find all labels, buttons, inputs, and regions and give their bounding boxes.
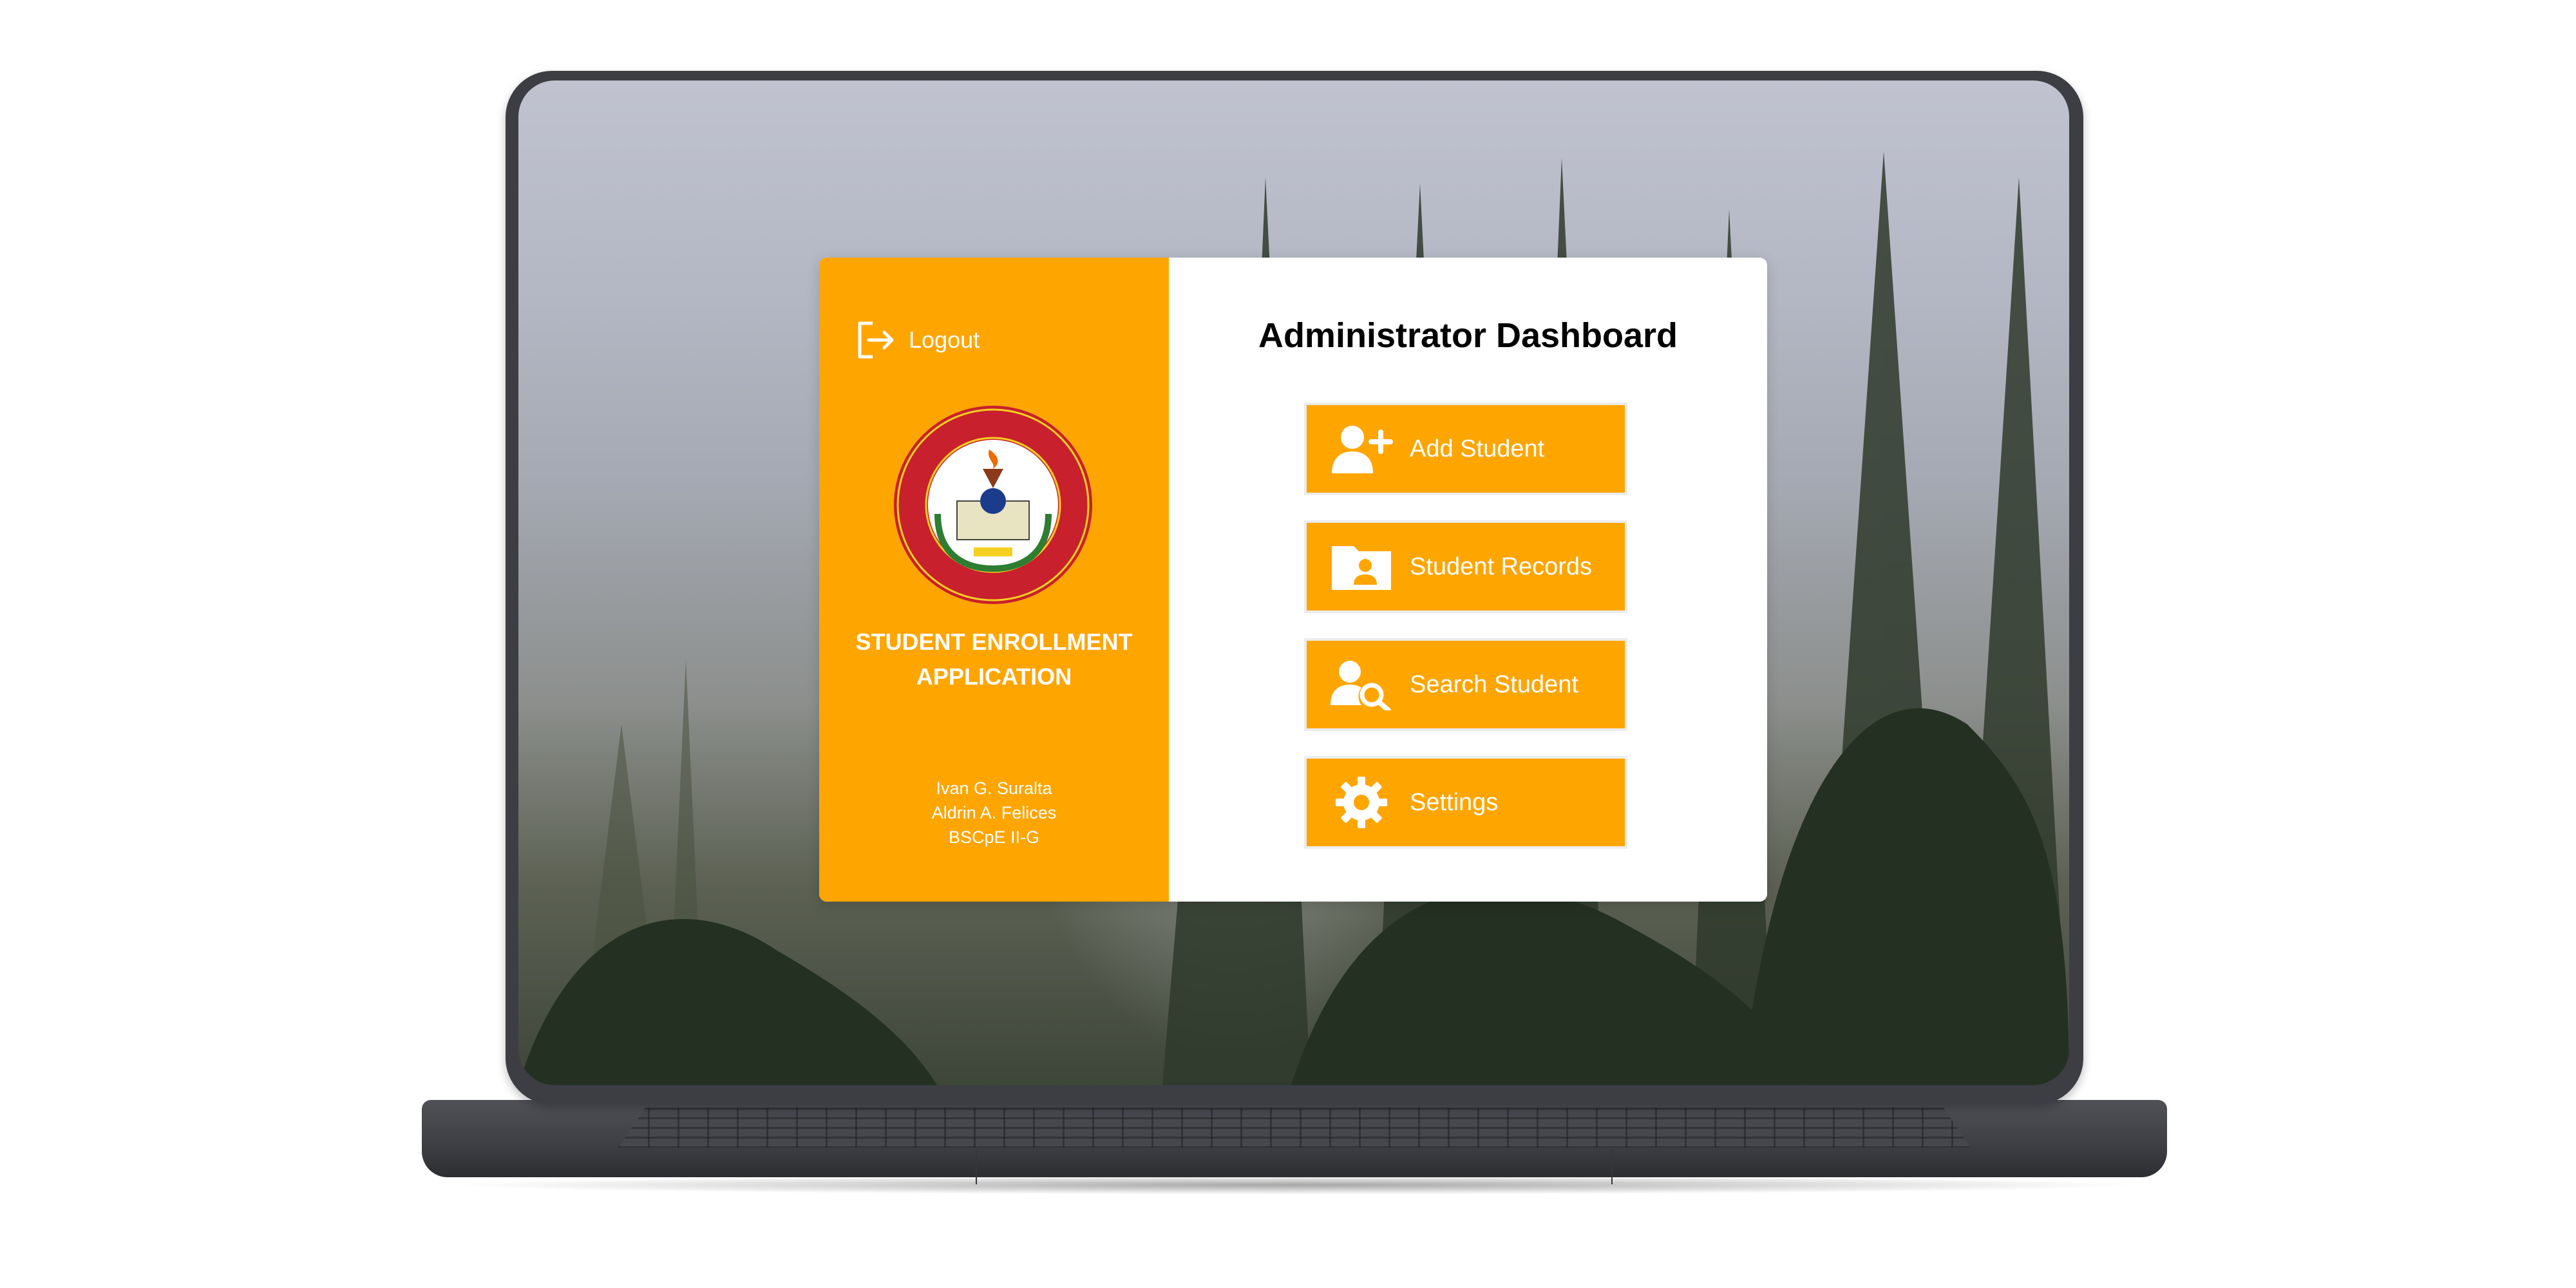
app-title: STUDENT ENROLLMENT APPLICATION	[819, 625, 1169, 694]
laptop-keyboard	[618, 1108, 1971, 1148]
credit-name-1: Ivan G. Suralta	[936, 779, 1052, 798]
laptop-trackpad	[976, 1150, 1613, 1184]
university-seal-logo	[894, 406, 1092, 604]
sidebar: Logout STUDENT ENROLLMENT APPLICATION Iv…	[819, 258, 1169, 902]
settings-button[interactable]: Settings	[1304, 756, 1627, 849]
logout-icon	[858, 321, 894, 359]
add-student-label: Add Student	[1410, 435, 1545, 462]
app-window: Logout STUDENT ENROLLMENT APPLICATION Iv…	[819, 258, 1767, 902]
credits: Ivan G. Suralta Aldrin A. Felices BSCpE …	[819, 776, 1169, 849]
search-student-button[interactable]: Search Student	[1304, 638, 1627, 731]
gear-icon	[1326, 759, 1397, 846]
credit-section: BSCpE II-G	[948, 828, 1040, 847]
add-student-button[interactable]: Add Student	[1304, 402, 1627, 495]
app-title-line1: STUDENT ENROLLMENT	[855, 629, 1133, 655]
main-panel: Administrator Dashboard Add Student Stud…	[1169, 258, 1767, 902]
logout-label: Logout	[909, 327, 980, 353]
student-records-button[interactable]: Student Records	[1304, 520, 1627, 613]
add-user-icon	[1326, 405, 1397, 493]
search-user-icon	[1326, 641, 1397, 728]
search-student-label: Search Student	[1410, 670, 1578, 698]
folder-user-icon	[1326, 523, 1397, 611]
page-title: Administrator Dashboard	[1258, 316, 1678, 355]
credit-name-2: Aldrin A. Felices	[931, 803, 1057, 822]
settings-label: Settings	[1410, 788, 1499, 816]
app-title-line2: APPLICATION	[916, 663, 1072, 690]
student-records-label: Student Records	[1410, 553, 1593, 580]
logout-button[interactable]: Logout	[855, 317, 980, 363]
